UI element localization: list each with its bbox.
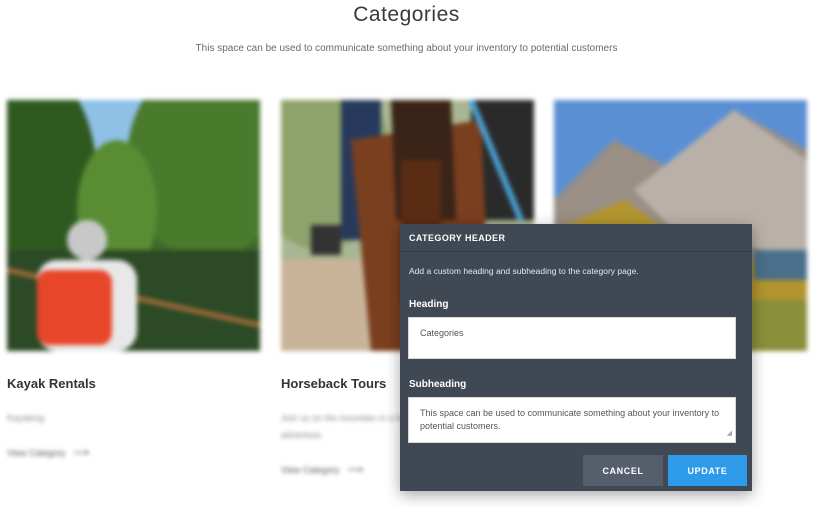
category-header-modal: CATEGORY HEADER Add a custom heading and… (400, 224, 752, 491)
kayak-image[interactable] (7, 100, 260, 351)
resize-handle-icon[interactable]: ◢ (727, 427, 732, 440)
arrow-right-icon: ⟶ (347, 464, 364, 476)
card-link-horseback[interactable]: View Category ⟶ (281, 463, 363, 476)
modal-divider (400, 251, 752, 252)
card-desc-kayak: Kayaking (7, 413, 45, 423)
page-title: Categories (353, 3, 460, 26)
card-title-horseback[interactable]: Horseback Tours (281, 376, 386, 391)
card-link-kayak[interactable]: View Category ⟶ (7, 446, 89, 459)
modal-header: CATEGORY HEADER (409, 233, 506, 243)
card-title-kayak[interactable]: Kayak Rentals (7, 376, 96, 391)
page-subtitle: This space can be used to communicate so… (195, 43, 618, 54)
subheading-text[interactable]: This space can be used to communicate so… (420, 408, 719, 431)
cancel-button[interactable]: CANCEL (583, 455, 663, 486)
modal-description: Add a custom heading and subheading to t… (409, 266, 639, 276)
heading-input[interactable]: Categories (408, 317, 736, 359)
heading-label: Heading (409, 299, 449, 310)
arrow-right-icon: ⟶ (73, 447, 90, 459)
update-button[interactable]: UPDATE (668, 455, 747, 486)
card-link-label[interactable]: View Category (7, 448, 65, 458)
subheading-label: Subheading (409, 379, 467, 390)
category-card-kayak[interactable] (7, 100, 260, 351)
subheading-textarea[interactable]: This space can be used to communicate so… (408, 397, 736, 443)
card-link-label[interactable]: View Category (281, 465, 339, 475)
